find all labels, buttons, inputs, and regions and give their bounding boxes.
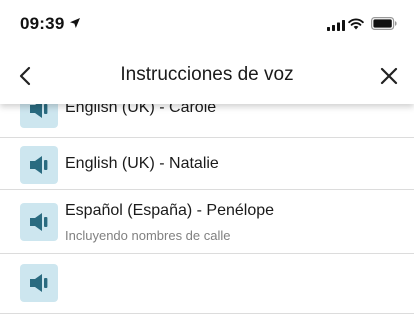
navigation-header: Instrucciones de voz — [0, 48, 414, 104]
voice-item[interactable] — [0, 254, 414, 314]
voice-list: English (UK) - Carole English (UK) - Nat… — [0, 86, 414, 314]
close-button[interactable] — [377, 64, 401, 88]
voice-label: English (UK) - Natalie — [65, 155, 219, 172]
page-title: Instrucciones de voz — [120, 64, 294, 85]
voice-item[interactable]: Español (España) - Penélope Incluyendo n… — [0, 190, 414, 254]
voice-item[interactable]: English (UK) - Natalie — [0, 138, 414, 190]
voice-subtitle: Incluyendo nombres de calle — [65, 228, 231, 243]
wifi-icon — [348, 17, 364, 35]
speaker-icon — [20, 264, 58, 302]
speaker-icon — [20, 146, 58, 184]
speaker-icon — [20, 203, 58, 241]
status-bar: 09:39 — [0, 0, 414, 48]
cellular-signal-icon — [327, 18, 345, 36]
battery-icon — [371, 17, 397, 35]
close-icon — [380, 67, 398, 85]
status-time: 09:39 — [20, 14, 65, 33]
location-arrow-icon — [69, 16, 81, 34]
voice-label: Español (España) - Penélope — [65, 202, 275, 219]
